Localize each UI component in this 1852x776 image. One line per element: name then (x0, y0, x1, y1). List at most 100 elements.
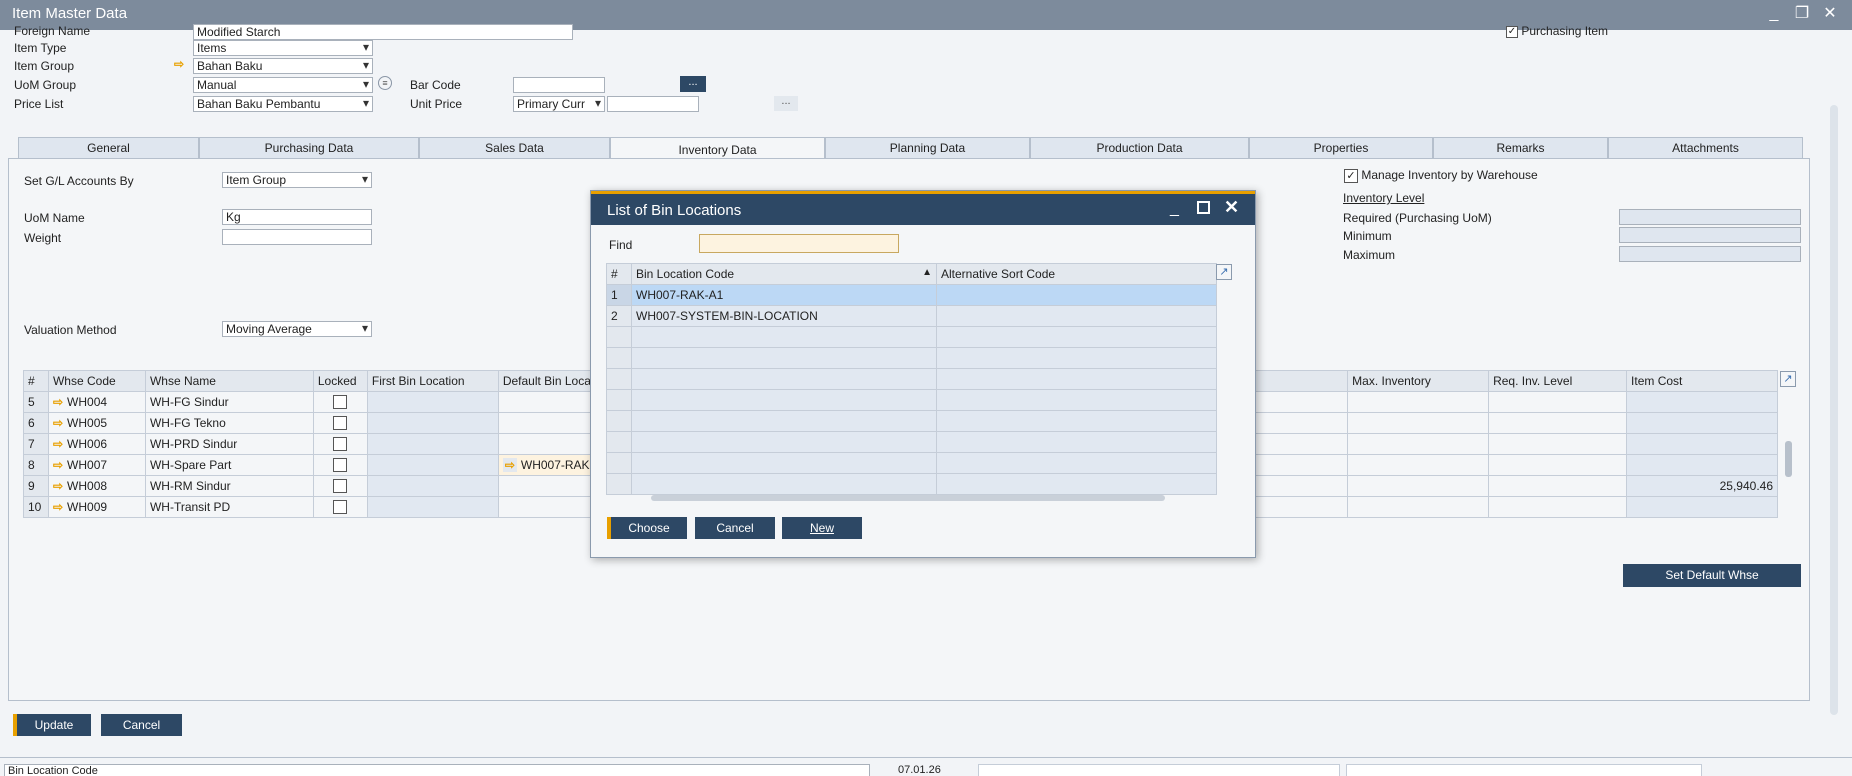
first-bin-cell[interactable] (366, 496, 499, 518)
whse-name-cell[interactable]: WH-PRD Sindur (144, 433, 314, 455)
req-inv-level-cell[interactable] (1488, 391, 1628, 413)
col-locked[interactable]: Locked (312, 370, 368, 392)
link-arrow-icon[interactable]: ⇨ (53, 500, 63, 514)
tab-planning-data[interactable]: Planning Data (825, 137, 1030, 158)
tab-remarks[interactable]: Remarks (1433, 137, 1608, 158)
tab-purchasing-data[interactable]: Purchasing Data (199, 137, 419, 158)
purchasing-item-checkbox[interactable]: ✓ Purchasing Item (1506, 24, 1608, 38)
maximize-icon[interactable] (1197, 201, 1210, 214)
maximum-field[interactable] (1619, 246, 1801, 262)
item-cost-cell[interactable]: 25,940.46 (1626, 475, 1778, 497)
bar-code-ellipsis-button[interactable]: ... (680, 76, 706, 92)
col-bin-location-code[interactable]: Bin Location Code ▲ (631, 263, 937, 285)
locked-checkbox-cell[interactable] (312, 475, 368, 497)
locked-checkbox-cell[interactable] (312, 412, 368, 434)
item-cost-cell[interactable] (1626, 391, 1778, 413)
required-field[interactable] (1619, 209, 1801, 225)
item-group-dropdown[interactable]: Bahan Baku (193, 58, 373, 74)
max-inventory-cell[interactable] (1347, 433, 1490, 455)
expand-table-icon[interactable]: ↗ (1216, 264, 1232, 280)
col-first-bin[interactable]: First Bin Location (366, 370, 499, 392)
price-list-dropdown[interactable]: Bahan Baku Pembantu (193, 96, 373, 112)
link-arrow-icon[interactable]: ⇨ (53, 395, 63, 409)
tab-inventory-data[interactable]: Inventory Data (610, 137, 825, 159)
first-bin-cell[interactable] (366, 391, 499, 413)
minimize-icon[interactable]: _ (1762, 2, 1786, 26)
locked-checkbox-cell[interactable] (312, 496, 368, 518)
first-bin-cell[interactable] (366, 412, 499, 434)
expand-table-icon[interactable]: ↗ (1780, 371, 1796, 387)
cancel-button[interactable]: Cancel (101, 714, 182, 736)
locked-checkbox[interactable] (333, 500, 348, 515)
item-cost-cell[interactable] (1626, 454, 1778, 476)
first-bin-cell[interactable] (366, 433, 499, 455)
table-scrollbar[interactable] (1785, 441, 1792, 477)
req-inv-level-cell[interactable] (1488, 412, 1628, 434)
link-arrow-icon[interactable]: ⇨ (502, 458, 517, 472)
req-inv-level-cell[interactable] (1488, 496, 1628, 518)
sort-asc-icon[interactable]: ▲ (922, 267, 932, 278)
tab-properties[interactable]: Properties (1249, 137, 1433, 158)
col-max-inventory[interactable]: Max. Inventory (1347, 370, 1490, 392)
valuation-method-dropdown[interactable]: Moving Average (222, 321, 372, 337)
whse-code-cell[interactable]: ⇨ WH007 (47, 454, 146, 476)
max-inventory-cell[interactable] (1347, 391, 1490, 413)
req-inv-level-cell[interactable] (1488, 454, 1628, 476)
set-gl-dropdown[interactable]: Item Group (222, 172, 372, 188)
whse-code-cell[interactable]: ⇨ WH008 (47, 475, 146, 497)
col-req-inv-level[interactable]: Req. Inv. Level (1488, 370, 1628, 392)
whse-name-cell[interactable]: WH-RM Sindur (144, 475, 314, 497)
item-cost-cell[interactable] (1626, 433, 1778, 455)
dialog-cancel-button[interactable]: Cancel (695, 517, 775, 539)
locked-checkbox-cell[interactable] (312, 433, 368, 455)
link-arrow-icon[interactable]: ⇨ (53, 437, 63, 451)
whse-code-cell[interactable]: ⇨ WH006 (47, 433, 146, 455)
whse-code-cell[interactable]: ⇨ WH004 (47, 391, 146, 413)
tab-production-data[interactable]: Production Data (1030, 137, 1249, 158)
close-icon[interactable]: ✕ (1818, 2, 1842, 26)
bin-code-cell[interactable]: WH007-SYSTEM-BIN-LOCATION (631, 305, 937, 327)
unit-price-currency-dropdown[interactable]: Primary Curr (513, 96, 605, 112)
table-row[interactable]: 1 WH007-RAK-A1 (606, 284, 1217, 306)
whse-name-cell[interactable]: WH-FG Tekno (144, 412, 314, 434)
link-arrow-icon[interactable]: ⇨ (174, 57, 184, 71)
locked-checkbox[interactable] (333, 479, 348, 494)
col-whse-name[interactable]: Whse Name (144, 370, 314, 392)
minimize-icon[interactable]: _ (1170, 200, 1179, 218)
manage-by-whse-checkbox[interactable]: ✓ Manage Inventory by Warehouse (1344, 168, 1538, 183)
item-cost-cell[interactable] (1626, 496, 1778, 518)
uom-group-info-icon[interactable]: ≡ (378, 76, 392, 90)
alt-sort-cell[interactable] (936, 284, 1217, 306)
whse-code-cell[interactable]: ⇨ WH005 (47, 412, 146, 434)
link-arrow-icon[interactable]: ⇨ (53, 416, 63, 430)
first-bin-cell[interactable] (366, 454, 499, 476)
tab-general[interactable]: General (18, 137, 199, 158)
bin-code-cell[interactable]: WH007-RAK-A1 (631, 284, 937, 306)
col-item-cost[interactable]: Item Cost (1626, 370, 1778, 392)
alt-sort-cell[interactable] (936, 305, 1217, 327)
uom-name-field[interactable]: Kg (222, 209, 372, 225)
foreign-name-field[interactable]: Modified Starch (193, 24, 573, 40)
locked-checkbox-cell[interactable] (312, 454, 368, 476)
max-inventory-cell[interactable] (1347, 496, 1490, 518)
max-inventory-cell[interactable] (1347, 475, 1490, 497)
max-inventory-cell[interactable] (1347, 454, 1490, 476)
tab-attachments[interactable]: Attachments (1608, 137, 1803, 158)
whse-code-cell[interactable]: ⇨ WH009 (47, 496, 146, 518)
locked-checkbox[interactable] (333, 416, 348, 431)
bar-code-field[interactable] (513, 77, 605, 93)
col-alternative-sort-code[interactable]: Alternative Sort Code (936, 263, 1217, 285)
horizontal-scrollbar[interactable] (651, 495, 1165, 501)
restore-icon[interactable]: ❐ (1790, 2, 1814, 26)
whse-name-cell[interactable]: WH-Spare Part (144, 454, 314, 476)
new-button[interactable]: New (782, 517, 862, 539)
whse-name-cell[interactable]: WH-FG Sindur (144, 391, 314, 413)
locked-checkbox[interactable] (333, 395, 348, 410)
locked-checkbox-cell[interactable] (312, 391, 368, 413)
item-type-dropdown[interactable]: Items (193, 40, 373, 56)
locked-checkbox[interactable] (333, 437, 348, 452)
minimum-field[interactable] (1619, 227, 1801, 243)
link-arrow-icon[interactable]: ⇨ (53, 479, 63, 493)
whse-name-cell[interactable]: WH-Transit PD (144, 496, 314, 518)
max-inventory-cell[interactable] (1347, 412, 1490, 434)
